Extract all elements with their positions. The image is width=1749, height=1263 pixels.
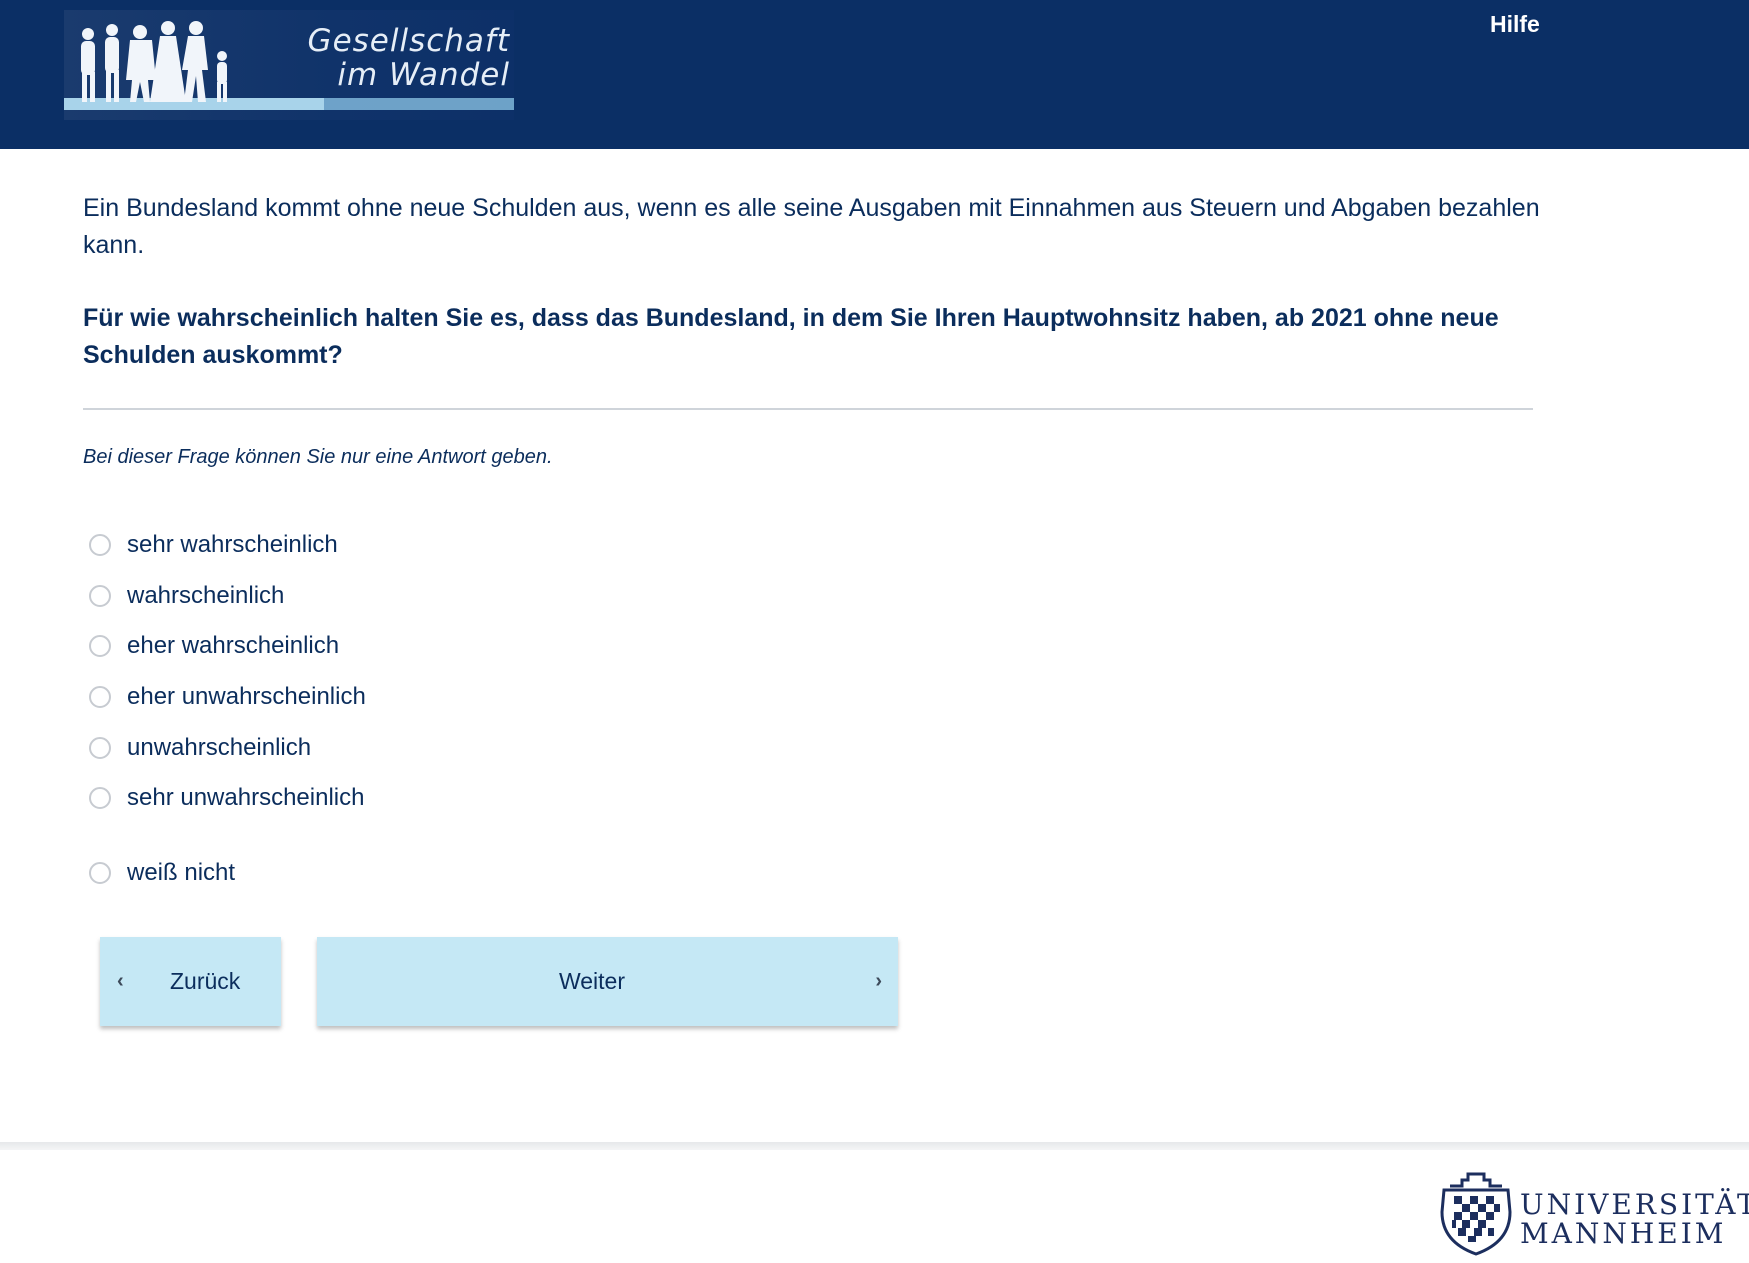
option-label: wahrscheinlich xyxy=(127,582,285,609)
logo-title: Gesellschaft im Wandel xyxy=(280,24,510,92)
answer-hint: Bei dieser Frage können Sie nur eine Ant… xyxy=(83,446,553,468)
chevron-left-icon: ‹ xyxy=(117,970,124,992)
option-label: sehr unwahrscheinlich xyxy=(127,784,365,811)
option-label: weiß nicht xyxy=(127,859,236,886)
option-label: unwahrscheinlich xyxy=(127,734,312,761)
radio-button[interactable] xyxy=(89,737,111,759)
next-button[interactable]: Weiter › xyxy=(317,937,898,1026)
option-sehr-wahrscheinlich[interactable]: sehr wahrscheinlich xyxy=(88,523,588,567)
back-button-label: Zurück xyxy=(170,968,241,994)
logo-title-line2: im Wandel xyxy=(337,57,510,93)
university-name-line2: MANNHEIM xyxy=(1520,1217,1727,1250)
help-link[interactable]: Hilfe xyxy=(1490,11,1540,38)
gesellschaft-im-wandel-logo[interactable]: Gesellschaft im Wandel xyxy=(64,10,514,120)
site-header: Gesellschaft im Wandel Hilfe xyxy=(0,0,1749,149)
radio-button[interactable] xyxy=(89,686,111,708)
logo-title-line1: Gesellschaft xyxy=(307,23,510,59)
option-label: eher wahrscheinlich xyxy=(127,632,340,659)
radio-button[interactable] xyxy=(89,787,111,809)
footer-separator xyxy=(0,1142,1749,1150)
radio-button[interactable] xyxy=(89,585,111,607)
option-sehr-unwahrscheinlich[interactable]: sehr unwahrscheinlich xyxy=(88,776,588,820)
back-button[interactable]: ‹ Zurück xyxy=(100,937,281,1026)
option-label: eher unwahrscheinlich xyxy=(127,683,366,710)
radio-button[interactable] xyxy=(89,862,111,884)
radio-button[interactable] xyxy=(89,635,111,657)
option-label: sehr wahrscheinlich xyxy=(127,531,338,558)
divider xyxy=(83,408,1533,410)
next-button-label: Weiter xyxy=(558,968,626,994)
option-eher-unwahrscheinlich[interactable]: eher unwahrscheinlich xyxy=(88,675,588,719)
chevron-right-icon: › xyxy=(875,970,882,992)
option-weiss-nicht[interactable]: weiß nicht xyxy=(88,851,588,895)
option-eher-wahrscheinlich[interactable]: eher wahrscheinlich xyxy=(88,624,588,668)
question-intro: Ein Bundesland kommt ohne neue Schulden … xyxy=(83,194,1540,259)
option-unwahrscheinlich[interactable]: unwahrscheinlich xyxy=(88,726,588,770)
universitaet-mannheim-logo[interactable]: UNIVERSITÄT MANNHEIM xyxy=(1436,1168,1749,1258)
question-text: Für wie wahrscheinlich halten Sie es, da… xyxy=(83,304,1499,369)
university-name: UNIVERSITÄT MANNHEIM xyxy=(1520,1190,1749,1248)
option-wahrscheinlich[interactable]: wahrscheinlich xyxy=(88,574,588,618)
mannheim-crest-icon xyxy=(1440,1172,1512,1256)
radio-button[interactable] xyxy=(89,534,111,556)
university-name-line1: UNIVERSITÄT xyxy=(1520,1188,1749,1221)
